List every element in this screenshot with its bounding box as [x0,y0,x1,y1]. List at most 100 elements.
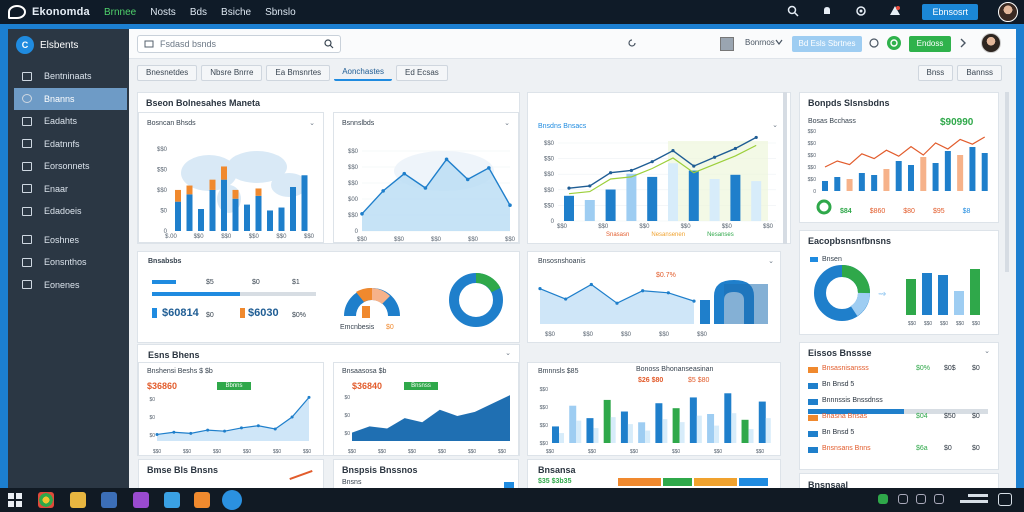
view-option[interactable]: Bnss [917,65,954,81]
data-point [189,431,193,435]
action-button[interactable]: Endoss [909,36,951,52]
sidebar-header[interactable]: C Elsbents [8,29,129,61]
sidebar-item-label: Enaar [44,183,69,194]
bar [620,411,628,443]
app-icon[interactable] [101,492,117,508]
list-row[interactable]: Bn Bnsd 5 [808,429,992,441]
active-app-icon[interactable] [222,490,242,510]
user-avatar[interactable] [998,2,1018,22]
sidebar-item[interactable]: Eadahts [8,110,129,133]
filter-chip[interactable]: Bd Esls Sbrtnes [792,36,862,52]
start-menu-icon[interactable] [8,493,22,507]
user-thumbnail[interactable] [720,37,734,51]
list-row[interactable]: Bnnnssis Bnssdnss [808,397,992,409]
browser-icon[interactable] [38,492,54,508]
donut-segment [841,265,870,294]
settings-icon[interactable] [854,5,868,19]
top-nav-item[interactable]: Brnnee [104,7,136,18]
list-row[interactable]: Bnsasnisansss $0% $0$ $0 [808,365,992,377]
list-row[interactable]: Bnasna Bnsas $04 $50 $0 [808,413,992,425]
volume-icon[interactable] [916,494,926,504]
row-value: $04 [916,413,928,420]
top-action-button[interactable]: Ebnsosrt [922,4,978,20]
dropdown-icon[interactable] [775,38,783,49]
sidebar-item[interactable]: Eonenes [8,274,129,297]
tab[interactable]: Nbsre Bnrre [201,65,263,81]
kpi-panel: Bnsabsbs $5 $0 $1 $60814 $0 $6030 $0% Em… [137,251,520,343]
alert-icon[interactable] [888,5,902,19]
top-nav-item[interactable]: Bds [190,7,207,18]
x-tick-label: $$0 [498,449,507,455]
network-icon[interactable] [898,494,908,504]
line-card-a: Bnshensi Beshs $ $b $36860 Bbnns $$0 $$0 $… [138,362,324,456]
tab[interactable]: Ea Bmsnrtes [266,65,331,81]
sidebar-item[interactable]: Edatnnfs [8,133,129,156]
y-tick-label: $$0 [544,157,555,163]
scrollbar[interactable] [1005,92,1009,272]
y-tick-label: $$0 [540,423,549,429]
chevron-down-icon[interactable]: ⌄ [505,349,511,357]
data-point [307,395,311,399]
list-row[interactable]: Bnsnsans Bnns $6a $0 $0 [808,445,992,457]
folder-icon[interactable] [70,492,86,508]
app-icon[interactable] [133,492,149,508]
donut-card: Eacopbsnsnfbnsns Bnsen ⇝ $$0 $$0 $$0 $$0 $$0 [799,230,999,335]
tab[interactable]: Ed Ecsas [396,65,448,81]
sidebar-item-active[interactable]: Bnanns [14,87,127,110]
bar [920,157,927,191]
search-placeholder: Fsdasd bsnds [160,39,217,49]
sidebar-item[interactable]: Eonsnthos [8,251,129,274]
top-nav-item[interactable]: Nosts [150,7,176,18]
sidebar-item[interactable]: Eorsonnets [8,155,129,178]
bar-segment [232,189,239,199]
scrollbar[interactable] [783,92,787,244]
x-tick-label: $$0 [956,321,965,327]
notification-center-icon[interactable] [998,493,1012,506]
chevron-right-icon[interactable] [959,38,967,51]
sidebar-item[interactable]: Eoshnes [8,229,129,252]
chevron-down-icon[interactable]: ⌄ [984,347,990,355]
store-icon[interactable] [164,492,180,508]
top-nav-item[interactable]: Sbnslo [265,7,296,18]
sidebar-item[interactable]: Bentninaats [8,65,129,88]
tab-active[interactable]: Aonchastes [334,65,392,81]
app-logo[interactable]: Ekonomda [8,5,104,19]
refresh-icon[interactable] [627,38,637,51]
data-point [256,424,260,428]
search-icon[interactable] [786,5,800,19]
bar [688,170,699,221]
sidebar-item[interactable]: Edadoeis [8,200,129,223]
app-icon[interactable] [194,492,210,508]
x-tick-label: $$0 [756,449,765,455]
top-nav-item[interactable]: Bsiche [221,7,251,18]
window-frame-right [1016,24,1024,488]
x-tick-label: $$0 [276,234,287,240]
folder-icon [22,184,32,194]
bar [954,291,964,315]
tray-icon[interactable] [878,494,888,504]
list-row[interactable]: Bn Bnsd 5 [808,381,992,393]
battery-icon[interactable] [934,494,944,504]
combo-bar-line-chart: $$0$$0$$0$$0$$00$$0 $$0 $$0 $$0 $$0 $$0 [544,135,776,230]
data-point [290,415,294,419]
x-tick-label: $$0 [659,332,670,338]
message-icon [22,235,32,245]
sidebar-item[interactable]: Enaar [8,178,129,201]
y-tick-label: $$0 [544,203,555,209]
help-icon[interactable] [869,38,879,51]
notification-icon[interactable] [820,5,834,19]
row-swatch [808,383,818,389]
content-header: Fsdasd bsnds Bonrnos Bd Esls Sbrtnes End… [129,29,1016,59]
bar-segment [209,179,216,190]
bar [709,179,720,221]
view-options: Bnss Bannss [917,65,1002,81]
header-avatar[interactable] [981,33,1001,53]
search-icon[interactable] [324,39,334,49]
search-field[interactable]: Fsdasd bsnds [137,35,341,53]
tab[interactable]: Bnesnetdes [137,65,198,81]
row-swatch [808,367,818,373]
status-green-icon[interactable] [886,35,902,54]
map-bar-chart: $$0$$0$$0$00$.00 $$0 $$0 $$0 $$0 $$0 [157,147,315,240]
stacked-segment [694,478,738,486]
view-option[interactable]: Bannss [957,65,1002,81]
